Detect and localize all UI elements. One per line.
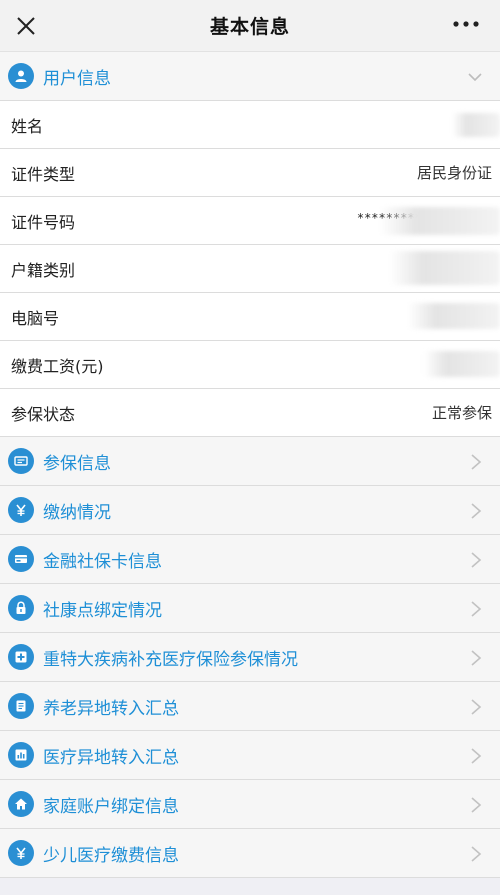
masked-value	[452, 113, 500, 137]
yuan-icon	[8, 840, 34, 866]
field-value: 居民身份证	[416, 164, 492, 182]
close-icon[interactable]	[12, 12, 40, 40]
chevron-right-icon	[471, 454, 482, 470]
field-row-salary: 缴费工资(元)	[0, 341, 500, 389]
chevron-right-icon	[471, 846, 482, 862]
link-family-account-binding[interactable]: 家庭账户绑定信息	[0, 780, 500, 829]
link-major-disease-insurance[interactable]: 重特大疾病补充医疗保险参保情况	[0, 633, 500, 682]
yuan-icon	[8, 497, 34, 523]
link-label: 少儿医疗缴费信息	[43, 845, 179, 866]
field-row-id-type: 证件类型 居民身份证	[0, 149, 500, 197]
user-icon	[8, 63, 34, 89]
link-label: 参保信息	[43, 453, 111, 474]
card-icon	[8, 546, 34, 572]
chevron-right-icon	[471, 650, 482, 666]
link-label: 社康点绑定情况	[43, 600, 162, 621]
field-label: 电脑号	[11, 308, 60, 328]
masked-value	[408, 303, 500, 329]
link-label: 医疗异地转入汇总	[43, 747, 179, 768]
home-icon	[8, 791, 34, 817]
page-title: 基本信息	[209, 16, 290, 38]
chevron-right-icon	[471, 748, 482, 764]
link-label: 缴纳情况	[43, 502, 111, 523]
field-label: 参保状态	[11, 404, 76, 424]
field-label: 证件类型	[11, 164, 76, 184]
medical-cross-icon	[8, 644, 34, 670]
document-icon	[8, 693, 34, 719]
masked-value	[390, 251, 500, 285]
chevron-right-icon	[471, 797, 482, 813]
chevron-down-icon[interactable]	[466, 68, 484, 86]
masked-value	[380, 207, 500, 235]
field-row-household-type: 户籍类别	[0, 245, 500, 293]
chevron-right-icon	[471, 552, 482, 568]
field-row-id-number: 证件号码 **************	[0, 197, 500, 245]
link-payment-status[interactable]: 缴纳情况	[0, 486, 500, 535]
chart-icon	[8, 742, 34, 768]
field-label: 证件号码	[11, 212, 76, 232]
field-label: 户籍类别	[11, 260, 76, 280]
user-info-label: 用户信息	[43, 68, 111, 89]
field-row-insurance-status: 参保状态 正常参保	[0, 389, 500, 437]
link-medical-transfer-summary[interactable]: 医疗异地转入汇总	[0, 731, 500, 780]
link-label: 金融社保卡信息	[43, 551, 162, 572]
field-label: 姓名	[11, 116, 44, 136]
link-pension-transfer-summary[interactable]: 养老异地转入汇总	[0, 682, 500, 731]
field-label: 缴费工资(元)	[11, 356, 104, 376]
field-row-computer-no: 电脑号	[0, 293, 500, 341]
masked-value	[424, 351, 500, 377]
field-value: 正常参保	[431, 404, 492, 422]
user-info-section-header[interactable]: 用户信息	[0, 52, 500, 101]
lock-icon	[8, 595, 34, 621]
chevron-right-icon	[471, 503, 482, 519]
title-bar: 基本信息	[0, 0, 500, 52]
link-financial-card-info[interactable]: 金融社保卡信息	[0, 535, 500, 584]
link-label: 养老异地转入汇总	[43, 698, 179, 719]
chevron-right-icon	[471, 699, 482, 715]
link-label: 重特大疾病补充医疗保险参保情况	[43, 649, 298, 670]
link-insurance-info[interactable]: 参保信息	[0, 437, 500, 486]
chevron-right-icon	[471, 601, 482, 617]
link-label: 家庭账户绑定信息	[43, 796, 179, 817]
field-row-name: 姓名	[0, 101, 500, 149]
link-clinic-binding[interactable]: 社康点绑定情况	[0, 584, 500, 633]
id-card-icon	[8, 448, 34, 474]
link-child-medical-payment[interactable]: 少儿医疗缴费信息	[0, 829, 500, 878]
more-icon[interactable]	[448, 10, 484, 38]
